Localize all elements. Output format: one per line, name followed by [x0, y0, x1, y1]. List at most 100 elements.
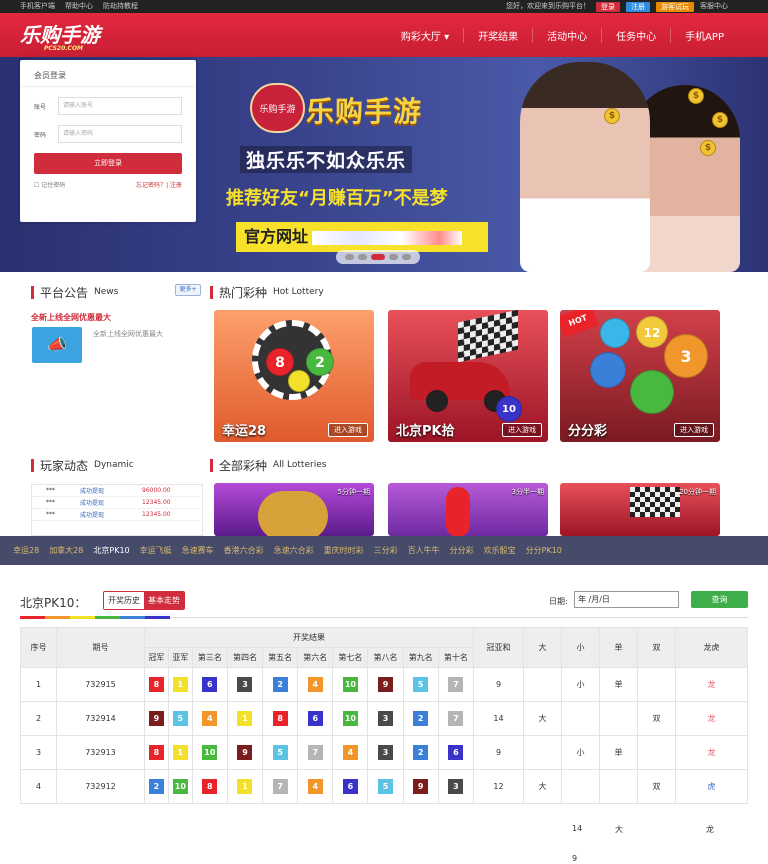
- notice-more-button[interactable]: 更多+: [175, 284, 201, 296]
- row-odd: [599, 701, 638, 736]
- lottery-card[interactable]: 5分钟一期: [214, 483, 374, 536]
- result-cell: 5: [167, 701, 193, 736]
- number-badge: 3: [448, 779, 464, 794]
- carousel-dots[interactable]: [336, 250, 420, 264]
- category-link[interactable]: 分分PK10: [526, 545, 562, 556]
- forgot-password-link[interactable]: 忘记密码？: [136, 182, 166, 189]
- category-link[interactable]: 分分彩: [450, 545, 474, 556]
- nav-lottery-hall[interactable]: 购彩大厅 ▾: [387, 28, 463, 43]
- enter-game-button[interactable]: 进入游戏: [674, 423, 714, 437]
- login-submit-button[interactable]: 立即登录: [34, 153, 182, 174]
- nav-tasks[interactable]: 任务中心: [601, 27, 670, 43]
- nav-activities[interactable]: 活动中心: [532, 27, 601, 43]
- result-cell: 5: [262, 735, 299, 770]
- site-logo[interactable]: 乐购手游 PCS20.COM: [20, 19, 100, 52]
- carousel-dot[interactable]: [402, 254, 411, 260]
- game-card-bjpk10[interactable]: 10 北京PK拾 进入游戏: [388, 310, 548, 442]
- nav-results[interactable]: 开奖结果: [463, 27, 532, 43]
- mobile-client-link[interactable]: 手机客户端: [20, 0, 55, 13]
- col-place: 第九名: [402, 647, 439, 668]
- row-odd: 单: [599, 735, 638, 770]
- result-cell: 9: [367, 667, 404, 702]
- password-input[interactable]: 请输入密码: [58, 125, 182, 143]
- enter-game-button[interactable]: 进入游戏: [328, 423, 368, 437]
- category-link[interactable]: 香港六合彩: [224, 545, 264, 556]
- category-link[interactable]: 幸运飞艇: [140, 545, 172, 556]
- number-badge: 10: [202, 745, 218, 760]
- banner-title: 乐购手游: [306, 95, 423, 128]
- result-cell: 2: [402, 735, 439, 770]
- game-card-lucky28[interactable]: 8 2 幸运28 进入游戏: [214, 310, 374, 442]
- account-input[interactable]: 请输入账号: [58, 97, 182, 115]
- category-link[interactable]: 重庆时时彩: [324, 545, 364, 556]
- result-cell: 6: [332, 769, 369, 804]
- number-badge: 2: [148, 779, 164, 794]
- category-link-active[interactable]: 北京PK10: [93, 545, 129, 556]
- category-link[interactable]: 急速六合彩: [274, 545, 314, 556]
- nav-mobile-app[interactable]: 手机APP: [670, 27, 738, 43]
- row-index: 1: [20, 667, 57, 702]
- col-place: 第十名: [437, 647, 475, 668]
- top-register-button[interactable]: 注册: [626, 1, 650, 12]
- row-dragon-tiger: 龙: [675, 701, 748, 736]
- top-login-button[interactable]: 登录: [596, 1, 620, 12]
- number-badge: 6: [307, 711, 323, 726]
- row-small: [561, 701, 600, 736]
- banner-model-image: [520, 62, 650, 272]
- lottery-card[interactable]: 20分钟一期: [560, 483, 720, 536]
- megaphone-icon: 📣: [32, 327, 82, 363]
- trial-play-button[interactable]: 游客试玩: [656, 1, 694, 12]
- result-cell: 2: [402, 701, 439, 736]
- banner-logo: 乐购手游: [250, 83, 305, 133]
- carousel-dot[interactable]: [358, 254, 367, 260]
- row-small: 小: [561, 667, 600, 702]
- col-dragon-tiger: 龙虎: [675, 627, 748, 668]
- register-link[interactable]: | 注册: [166, 182, 182, 189]
- game-card-ffc[interactable]: HOT 12 3 分分彩 进入游戏: [560, 310, 720, 442]
- number-badge: 7: [448, 677, 464, 692]
- col-place: 第五名: [262, 647, 299, 668]
- overflow-sum: 9: [572, 854, 578, 863]
- category-link[interactable]: 幸运28: [13, 545, 39, 556]
- carousel-dot[interactable]: [389, 254, 398, 260]
- result-cell: 7: [297, 735, 334, 770]
- customer-service-link[interactable]: 客服中心: [700, 0, 728, 13]
- tab-trend[interactable]: 基本走势: [144, 592, 184, 609]
- enter-game-button[interactable]: 进入游戏: [502, 423, 542, 437]
- result-cell: 7: [437, 667, 475, 702]
- result-cell: 5: [402, 667, 439, 702]
- lottery-card[interactable]: 3分半一期: [388, 483, 548, 536]
- category-link[interactable]: 三分彩: [374, 545, 398, 556]
- remember-password-checkbox[interactable]: ☐ 记住密码: [34, 180, 65, 189]
- results-tabs: 开奖历史 基本走势: [103, 591, 185, 610]
- col-place: 第六名: [297, 647, 334, 668]
- table-row: 4 732912 2 10 8 1 7 4 6 5 9 3 12 大双虎: [20, 769, 748, 804]
- number-badge: 10: [342, 711, 358, 726]
- notice-headline-link[interactable]: 全新上线全网优惠最大: [31, 312, 111, 323]
- query-button[interactable]: 查询: [691, 591, 748, 608]
- result-cell: 10: [167, 769, 193, 804]
- number-badge: 7: [272, 779, 288, 794]
- row-dragon-tiger: 虎: [675, 769, 748, 804]
- result-cell: 9: [402, 769, 439, 804]
- result-cell: 10: [332, 701, 369, 736]
- number-badge: 3: [378, 745, 394, 760]
- carousel-dot-active[interactable]: [371, 254, 385, 260]
- coin-icon: $: [688, 88, 704, 104]
- coin-icon: $: [712, 112, 728, 128]
- category-link[interactable]: 百人牛牛: [408, 545, 440, 556]
- carousel-dot[interactable]: [345, 254, 354, 260]
- category-link[interactable]: 加拿大28: [49, 545, 83, 556]
- anti-hijack-link[interactable]: 防劫持教程: [103, 0, 138, 13]
- col-index: 序号: [20, 627, 57, 668]
- number-badge: 3: [237, 677, 253, 692]
- tab-history[interactable]: 开奖历史: [104, 592, 144, 609]
- help-center-link[interactable]: 帮助中心: [65, 0, 93, 13]
- result-cell: 7: [262, 769, 299, 804]
- date-label: 日期:: [549, 597, 568, 606]
- category-link[interactable]: 急速赛车: [182, 545, 214, 556]
- category-link[interactable]: 欢乐骰宝: [484, 545, 516, 556]
- col-place: 第七名: [332, 647, 369, 668]
- date-input[interactable]: 年 /月/日: [574, 591, 679, 608]
- col-place: 亚军: [167, 647, 193, 668]
